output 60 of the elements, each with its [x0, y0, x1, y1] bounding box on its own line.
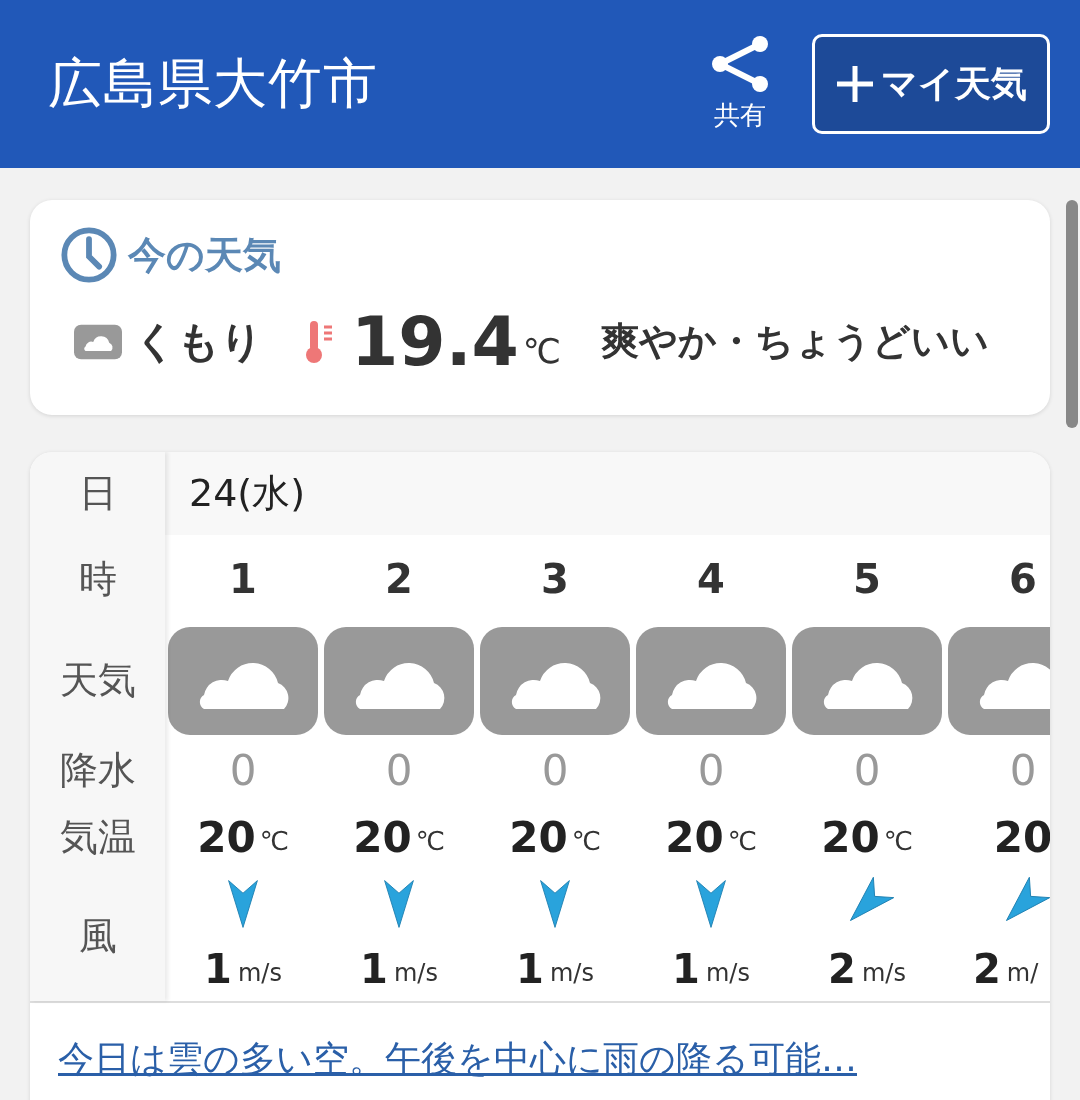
temperature-value: 20: [509, 812, 568, 862]
temperature-value: 20: [665, 812, 724, 862]
scrollbar[interactable]: [1066, 200, 1078, 428]
temperature-value: 19.4: [351, 302, 519, 381]
row-label: 降水: [58, 747, 137, 794]
wind-speed-value: 1: [516, 945, 544, 992]
row-label: 風: [77, 912, 118, 960]
share-button[interactable]: 共有: [708, 35, 772, 133]
temperature-value: 20: [353, 812, 412, 862]
temperature-value: 20: [993, 812, 1050, 862]
wind-speed-unit: m/s: [237, 958, 282, 987]
temperature-value: 20: [197, 812, 256, 862]
hour-label: 6: [1009, 556, 1037, 602]
forecast-summary-link[interactable]: 今日は雲の多い空。午後を中心に雨の降る可能…: [58, 1038, 857, 1079]
temperature-unit: ℃: [883, 826, 913, 856]
date-label: 24(水): [189, 470, 305, 517]
precipitation-value: 0: [1009, 746, 1037, 795]
wind-speed-unit: m/s: [861, 958, 906, 987]
section-heading: 今の天気: [128, 231, 281, 279]
precipitation-value: 0: [229, 746, 257, 795]
my-weather-button[interactable]: マイ天気: [812, 34, 1050, 134]
temperature-value: 20: [821, 812, 880, 862]
wind-speed-value: 1: [360, 945, 388, 992]
hour-label: 3: [541, 556, 569, 602]
cloud-icon: [168, 626, 318, 735]
wind-speed-value: 1: [672, 945, 700, 992]
plus-icon: [835, 64, 875, 104]
precipitation-value: 0: [697, 746, 725, 795]
row-label: 時: [77, 555, 118, 603]
wind-speed-value: 1: [204, 945, 232, 992]
city-title: 広島県大竹市: [48, 50, 379, 117]
temperature-unit: ℃: [522, 331, 561, 371]
weather-condition: くもり: [134, 315, 263, 368]
wind-speed-unit: m/s: [549, 958, 594, 987]
precipitation-value: 0: [853, 746, 881, 795]
cloud-icon: [324, 626, 474, 735]
wind-speed-unit: m/s: [393, 958, 438, 987]
cloud-icon: [480, 626, 630, 735]
wind-speed-unit: m/: [1006, 958, 1039, 987]
cloud-icon: [792, 626, 942, 735]
feel-description: 爽やか・ちょうどいい: [600, 318, 989, 365]
row-label: 気温: [58, 813, 137, 861]
hour-label: 1: [229, 556, 257, 602]
cloud-icon: [636, 626, 786, 735]
row-label: 日: [77, 470, 118, 517]
hour-label: 2: [385, 556, 413, 602]
temperature-unit: ℃: [727, 826, 757, 856]
wind-speed-value: 2: [973, 945, 1001, 992]
temperature-unit: ℃: [415, 826, 445, 856]
wind-speed-value: 2: [828, 945, 856, 992]
thermometer-icon: [303, 318, 335, 365]
precipitation-value: 0: [385, 746, 413, 795]
clock-icon: [60, 226, 118, 284]
wind-speed-unit: m/s: [705, 958, 750, 987]
row-label: 天気: [58, 657, 137, 704]
temperature-unit: ℃: [571, 826, 601, 856]
temperature-unit: ℃: [259, 826, 289, 856]
precipitation-value: 0: [541, 746, 569, 795]
hour-label: 5: [853, 556, 881, 602]
hour-label: 4: [697, 556, 725, 602]
